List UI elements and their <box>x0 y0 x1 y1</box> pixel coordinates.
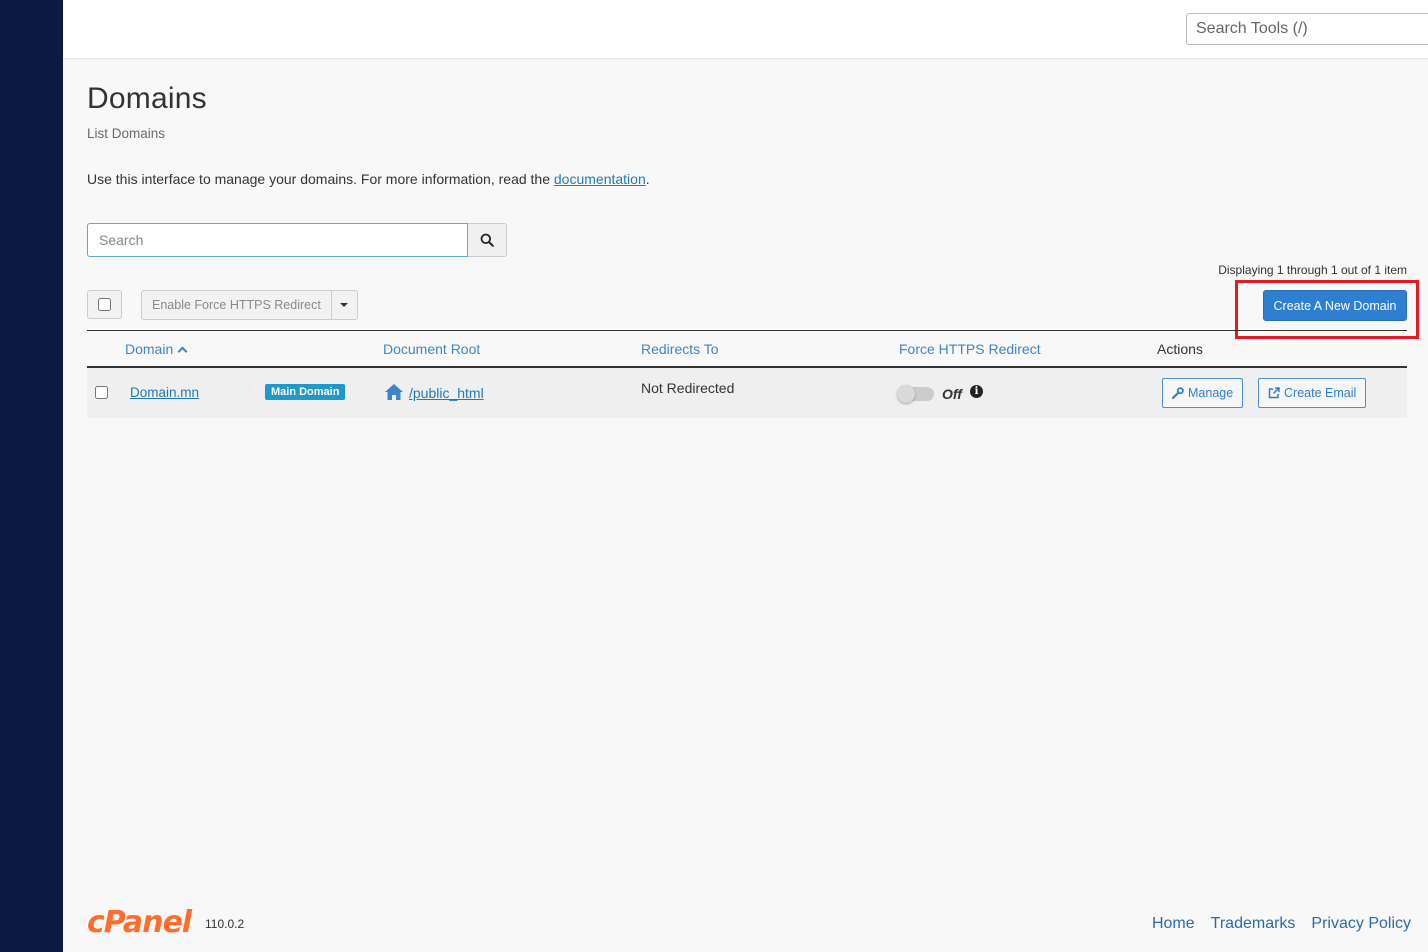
footer-links: Home Trademarks Privacy Policy <box>1152 915 1411 933</box>
documentation-link[interactable]: documentation <box>554 171 646 187</box>
https-status-label: Off <box>942 386 962 402</box>
table-header: Domain Document Root Redirects To Force … <box>87 330 1407 368</box>
caret-down-icon <box>340 303 349 307</box>
top-bar <box>63 0 1428 59</box>
domain-search-input[interactable] <box>87 223 468 257</box>
dotted-separator: ⋮ <box>245 386 255 397</box>
sort-ascending-icon <box>177 346 188 357</box>
select-all-checkbox[interactable] <box>98 298 111 311</box>
manage-button[interactable]: Manage <box>1162 378 1244 408</box>
create-email-button[interactable]: Create Email <box>1258 378 1367 408</box>
external-link-icon <box>1268 387 1280 399</box>
intro-text-body: Use this interface to manage your domain… <box>87 171 554 187</box>
intro-text: Use this interface to manage your domain… <box>87 171 650 187</box>
footer-link-privacy-policy[interactable]: Privacy Policy <box>1311 915 1411 933</box>
info-icon[interactable]: i <box>970 385 983 398</box>
cpanel-version: 110.0.2 <box>205 917 245 931</box>
col-domain[interactable]: Domain <box>125 341 188 357</box>
force-https-toggle[interactable] <box>897 385 934 403</box>
table-row: Domain.mn ⋮ Main Domain /public_html Not… <box>87 368 1407 418</box>
domains-table: Domain Document Root Redirects To Force … <box>87 330 1407 418</box>
display-count: Displaying 1 through 1 out of 1 item <box>1218 263 1407 277</box>
wrench-icon <box>1172 387 1184 399</box>
col-actions: Actions <box>1157 341 1203 357</box>
row-checkbox[interactable] <box>95 386 108 399</box>
create-email-label: Create Email <box>1284 386 1357 400</box>
search-icon <box>480 233 494 247</box>
https-dropdown-toggle[interactable] <box>331 290 358 320</box>
page-subtitle: List Domains <box>87 126 166 141</box>
domain-link[interactable]: Domain.mn <box>130 385 199 400</box>
footer: cPanel 110.0.2 Home Trademarks Privacy P… <box>87 905 1411 945</box>
footer-link-trademarks[interactable]: Trademarks <box>1211 915 1296 933</box>
left-sidebar <box>0 0 63 952</box>
footer-link-home[interactable]: Home <box>1152 915 1195 933</box>
manage-label: Manage <box>1188 386 1234 400</box>
redirects-to-value: Not Redirected <box>641 380 735 396</box>
select-all-button[interactable] <box>87 290 122 319</box>
home-icon[interactable] <box>384 383 404 401</box>
https-bulk-group: Enable Force HTTPS Redirect <box>141 290 358 320</box>
col-document-root[interactable]: Document Root <box>383 341 480 357</box>
col-force-https[interactable]: Force HTTPS Redirect <box>899 341 1041 357</box>
col-domain-label: Domain <box>125 341 174 357</box>
enable-force-https-button[interactable]: Enable Force HTTPS Redirect <box>141 290 332 320</box>
col-redirects-to[interactable]: Redirects To <box>641 341 719 357</box>
page-title: Domains <box>87 82 207 115</box>
search-button[interactable] <box>468 223 507 257</box>
main-domain-badge: Main Domain <box>265 384 346 400</box>
search-tools-input[interactable] <box>1186 13 1428 45</box>
create-new-domain-button[interactable]: Create A New Domain <box>1263 290 1407 321</box>
toggle-knob <box>897 385 915 403</box>
intro-text-end: . <box>645 171 650 187</box>
document-root-link[interactable]: /public_html <box>409 385 484 401</box>
cpanel-logo: cPanel <box>87 905 192 940</box>
domain-search <box>87 223 507 257</box>
